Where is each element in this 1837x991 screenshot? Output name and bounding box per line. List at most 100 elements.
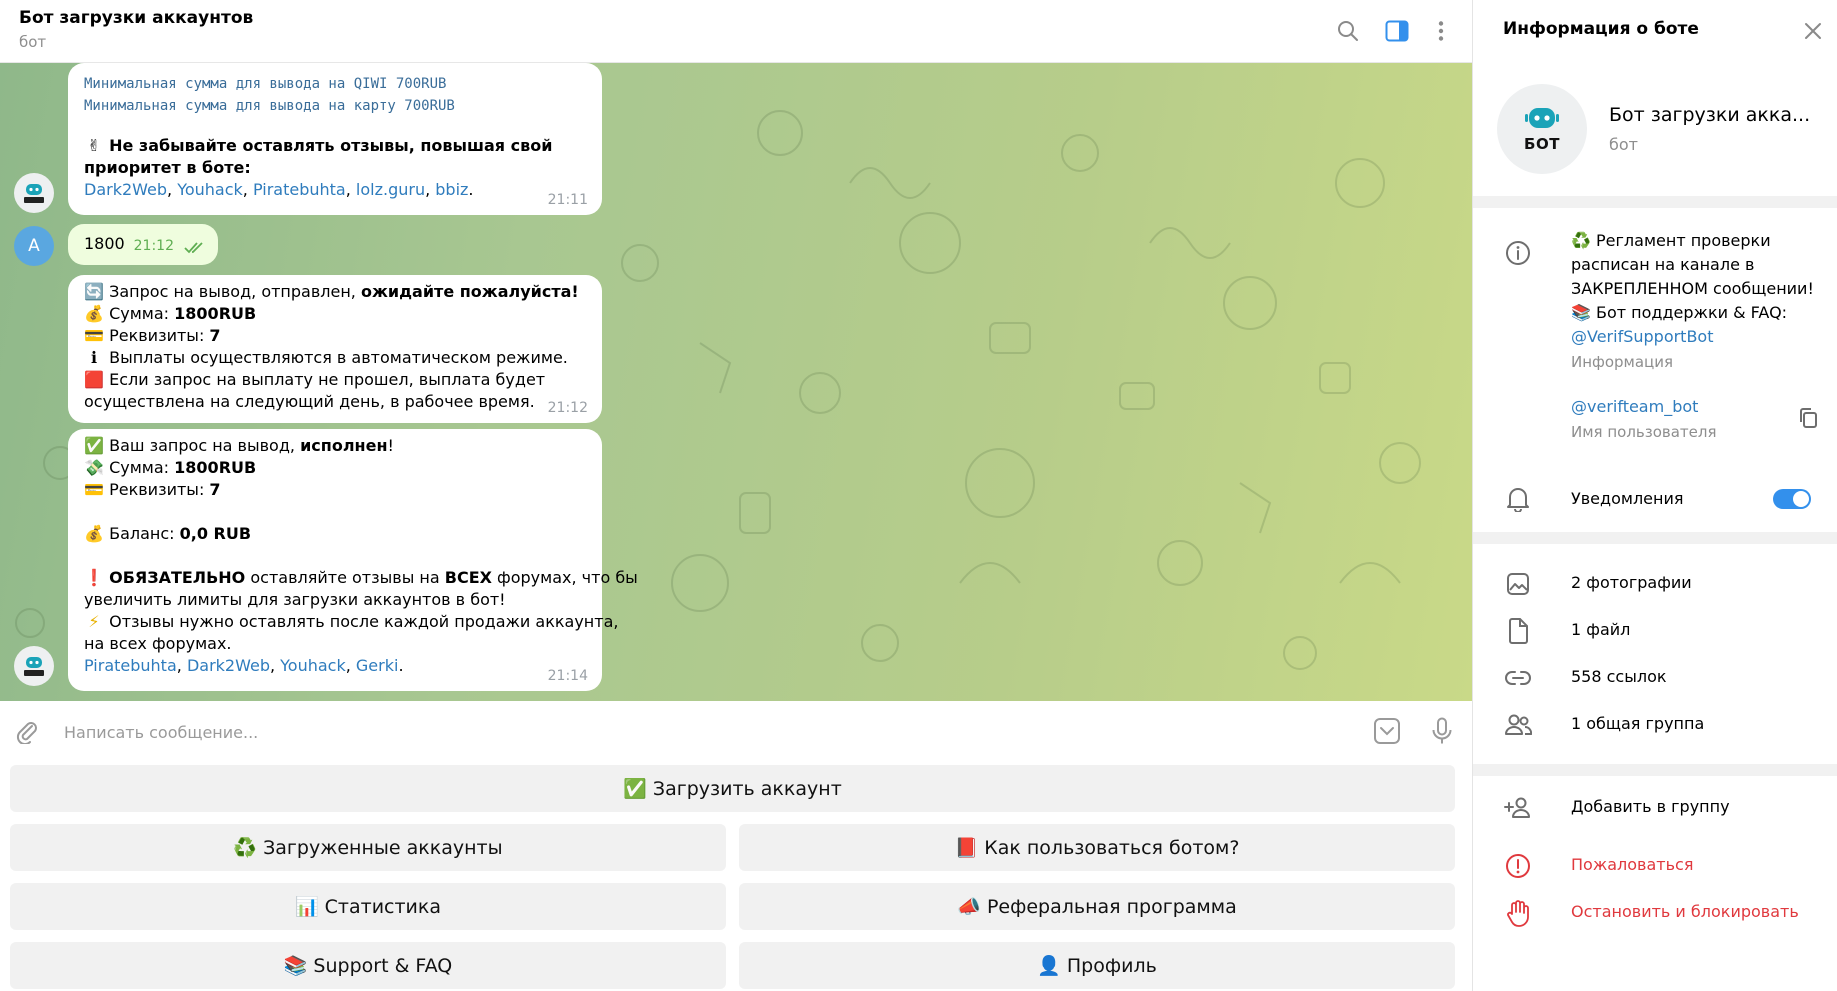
link-gerki[interactable]: Gerki	[356, 656, 399, 675]
bell-icon-wrap	[1503, 484, 1533, 514]
copy-username-button[interactable]	[1795, 405, 1821, 431]
victory-hand-icon: ✌	[87, 136, 101, 155]
link-youhack[interactable]: Youhack	[280, 656, 346, 675]
red-square-icon: 🟥	[84, 370, 104, 389]
user-avatar[interactable]: A	[14, 226, 54, 266]
toggle-knob	[1793, 491, 1809, 507]
close-panel-button[interactable]	[1798, 16, 1828, 46]
referral-program-button[interactable]: 📣 Реферальная программа	[739, 883, 1455, 930]
photos-icon-wrap	[1503, 569, 1533, 599]
link-dark2web[interactable]: Dark2Web	[187, 656, 270, 675]
bell-icon	[1507, 488, 1529, 512]
message-time: 21:14	[547, 668, 588, 684]
message-text-line: ❗ ОБЯЗАТЕЛЬНО оставляйте отзывы на ВСЕХ …	[84, 568, 638, 587]
message-input[interactable]	[64, 719, 1354, 745]
money-bag-icon: 💰	[84, 304, 104, 323]
message-composer	[0, 701, 1472, 761]
stop-and-block-button[interactable]: Остановить и блокировать	[1571, 902, 1799, 921]
microphone-icon	[1432, 717, 1452, 744]
link-bbiz[interactable]: bbiz	[435, 180, 468, 199]
add-to-group-button[interactable]: Добавить в группу	[1571, 797, 1730, 816]
message-bubble-incoming[interactable]: Минимальная сумма для вывода на QIWI 700…	[68, 63, 602, 215]
panel-title: Информация о боте	[1503, 19, 1699, 39]
more-button[interactable]	[1424, 14, 1458, 48]
link-piratebuhta[interactable]: Piratebuhta	[253, 180, 346, 199]
message-links-line: Piratebuhta, Dark2Web, Youhack, Gerki.	[84, 656, 404, 675]
support-bot-link[interactable]: @VerifSupportBot	[1571, 325, 1814, 349]
file-icon	[1509, 618, 1528, 644]
upload-account-button[interactable]: ✅ Загрузить аккаунт	[10, 765, 1455, 812]
media-files[interactable]: 1 файл	[1571, 620, 1630, 639]
media-common-groups[interactable]: 1 общая группа	[1571, 714, 1704, 733]
warning-circle-icon	[1506, 854, 1530, 878]
support-faq-button[interactable]: 📚 Support & FAQ	[10, 942, 726, 989]
chat-messages-area[interactable]: Минимальная сумма для вывода на QIWI 700…	[0, 63, 1472, 701]
link-dark2web[interactable]: Dark2Web	[84, 180, 167, 199]
attach-button[interactable]	[12, 716, 42, 746]
link-youhack[interactable]: Youhack	[177, 180, 243, 199]
section-divider	[1473, 532, 1837, 544]
notifications-toggle[interactable]	[1773, 489, 1811, 509]
message-bubble-incoming[interactable]: 🔄 Запрос на вывод, отправлен, ожидайте п…	[68, 275, 602, 423]
message-text-line: приоритет в боте:	[84, 158, 251, 177]
sidebar-toggle-button[interactable]	[1380, 14, 1414, 48]
notifications-label: Уведомления	[1571, 489, 1684, 508]
how-to-use-button[interactable]: 📕 Как пользоваться ботом?	[739, 824, 1455, 871]
link-lolz-guru[interactable]: lolz.guru	[356, 180, 425, 199]
robot-icon	[24, 184, 44, 203]
users-icon	[1505, 714, 1532, 735]
block-icon-wrap	[1503, 898, 1533, 928]
robot-icon	[1525, 108, 1559, 128]
credit-card-icon: 💳	[84, 326, 104, 345]
statistics-button[interactable]: 📊 Статистика	[10, 883, 726, 930]
paperclip-icon	[16, 722, 37, 744]
bot-profile-avatar[interactable]: БОТ	[1497, 84, 1587, 174]
media-photos[interactable]: 2 фотографии	[1571, 573, 1692, 592]
bot-keyboard-button[interactable]	[1371, 715, 1403, 747]
profile-button[interactable]: 👤 Профиль	[739, 942, 1455, 989]
info-icon-wrap	[1503, 238, 1533, 268]
media-links[interactable]: 558 ссылок	[1571, 667, 1667, 686]
chat-status: бот	[19, 33, 47, 51]
message-time: 21:12	[133, 238, 174, 254]
check-mark-icon: ✅	[84, 436, 104, 455]
section-divider	[1473, 196, 1837, 208]
info-label: Информация	[1571, 353, 1674, 371]
bot-avatar[interactable]	[14, 173, 54, 213]
add-group-icon-wrap	[1503, 793, 1533, 823]
info-icon: ℹ	[90, 348, 98, 367]
report-button[interactable]: Пожаловаться	[1571, 855, 1693, 874]
message-text-line: осуществлена на следующий день, в рабоче…	[84, 392, 535, 411]
money-wings-icon: 💸	[84, 458, 104, 477]
message-text-line: 🟥 Если запрос на выплату не прошел, выпл…	[84, 370, 546, 389]
message-text-line: ⚡ Отзывы нужно оставлять после каждой пр…	[84, 611, 618, 633]
search-icon	[1338, 21, 1358, 41]
message-text-line: 💰 Сумма: 1800RUB	[84, 304, 257, 323]
copy-icon	[1800, 408, 1817, 428]
message-text-line: 💳 Реквизиты: 7	[84, 326, 221, 345]
message-text-line: на всех форумах.	[84, 634, 232, 653]
section-divider	[1473, 764, 1837, 776]
refresh-icon: 🔄	[84, 282, 104, 301]
voice-record-button[interactable]	[1426, 715, 1458, 747]
message-bubble-incoming[interactable]: ✅ Ваш запрос на вывод, исполнен! 💸 Сумма…	[68, 429, 638, 691]
search-button[interactable]	[1331, 14, 1365, 48]
bot-name: Бот загрузки акка...	[1609, 104, 1811, 126]
chat-title[interactable]: Бот загрузки аккаунтов	[19, 8, 253, 28]
bot-avatar[interactable]	[14, 646, 54, 686]
robot-icon	[24, 657, 44, 676]
bot-status: бот	[1609, 135, 1638, 154]
bot-description: ♻️ Регламент проверки расписан на канале…	[1571, 229, 1814, 349]
message-bubble-outgoing[interactable]: 1800 21:12	[68, 224, 218, 265]
uploaded-accounts-button[interactable]: ♻️ Загруженные аккаунты	[10, 824, 726, 871]
bot-username[interactable]: @verifteam_bot	[1571, 397, 1698, 416]
message-time: 21:11	[547, 192, 588, 208]
keyboard-toggle-icon	[1374, 718, 1400, 744]
lightning-icon: ⚡	[88, 612, 100, 631]
money-bag-icon: 💰	[84, 524, 104, 543]
link-piratebuhta[interactable]: Piratebuhta	[84, 656, 177, 675]
info-icon	[1506, 241, 1530, 265]
more-vertical-icon	[1438, 21, 1444, 41]
exclamation-icon: ❗	[84, 568, 104, 587]
message-text-line: 💸 Сумма: 1800RUB	[84, 458, 257, 477]
